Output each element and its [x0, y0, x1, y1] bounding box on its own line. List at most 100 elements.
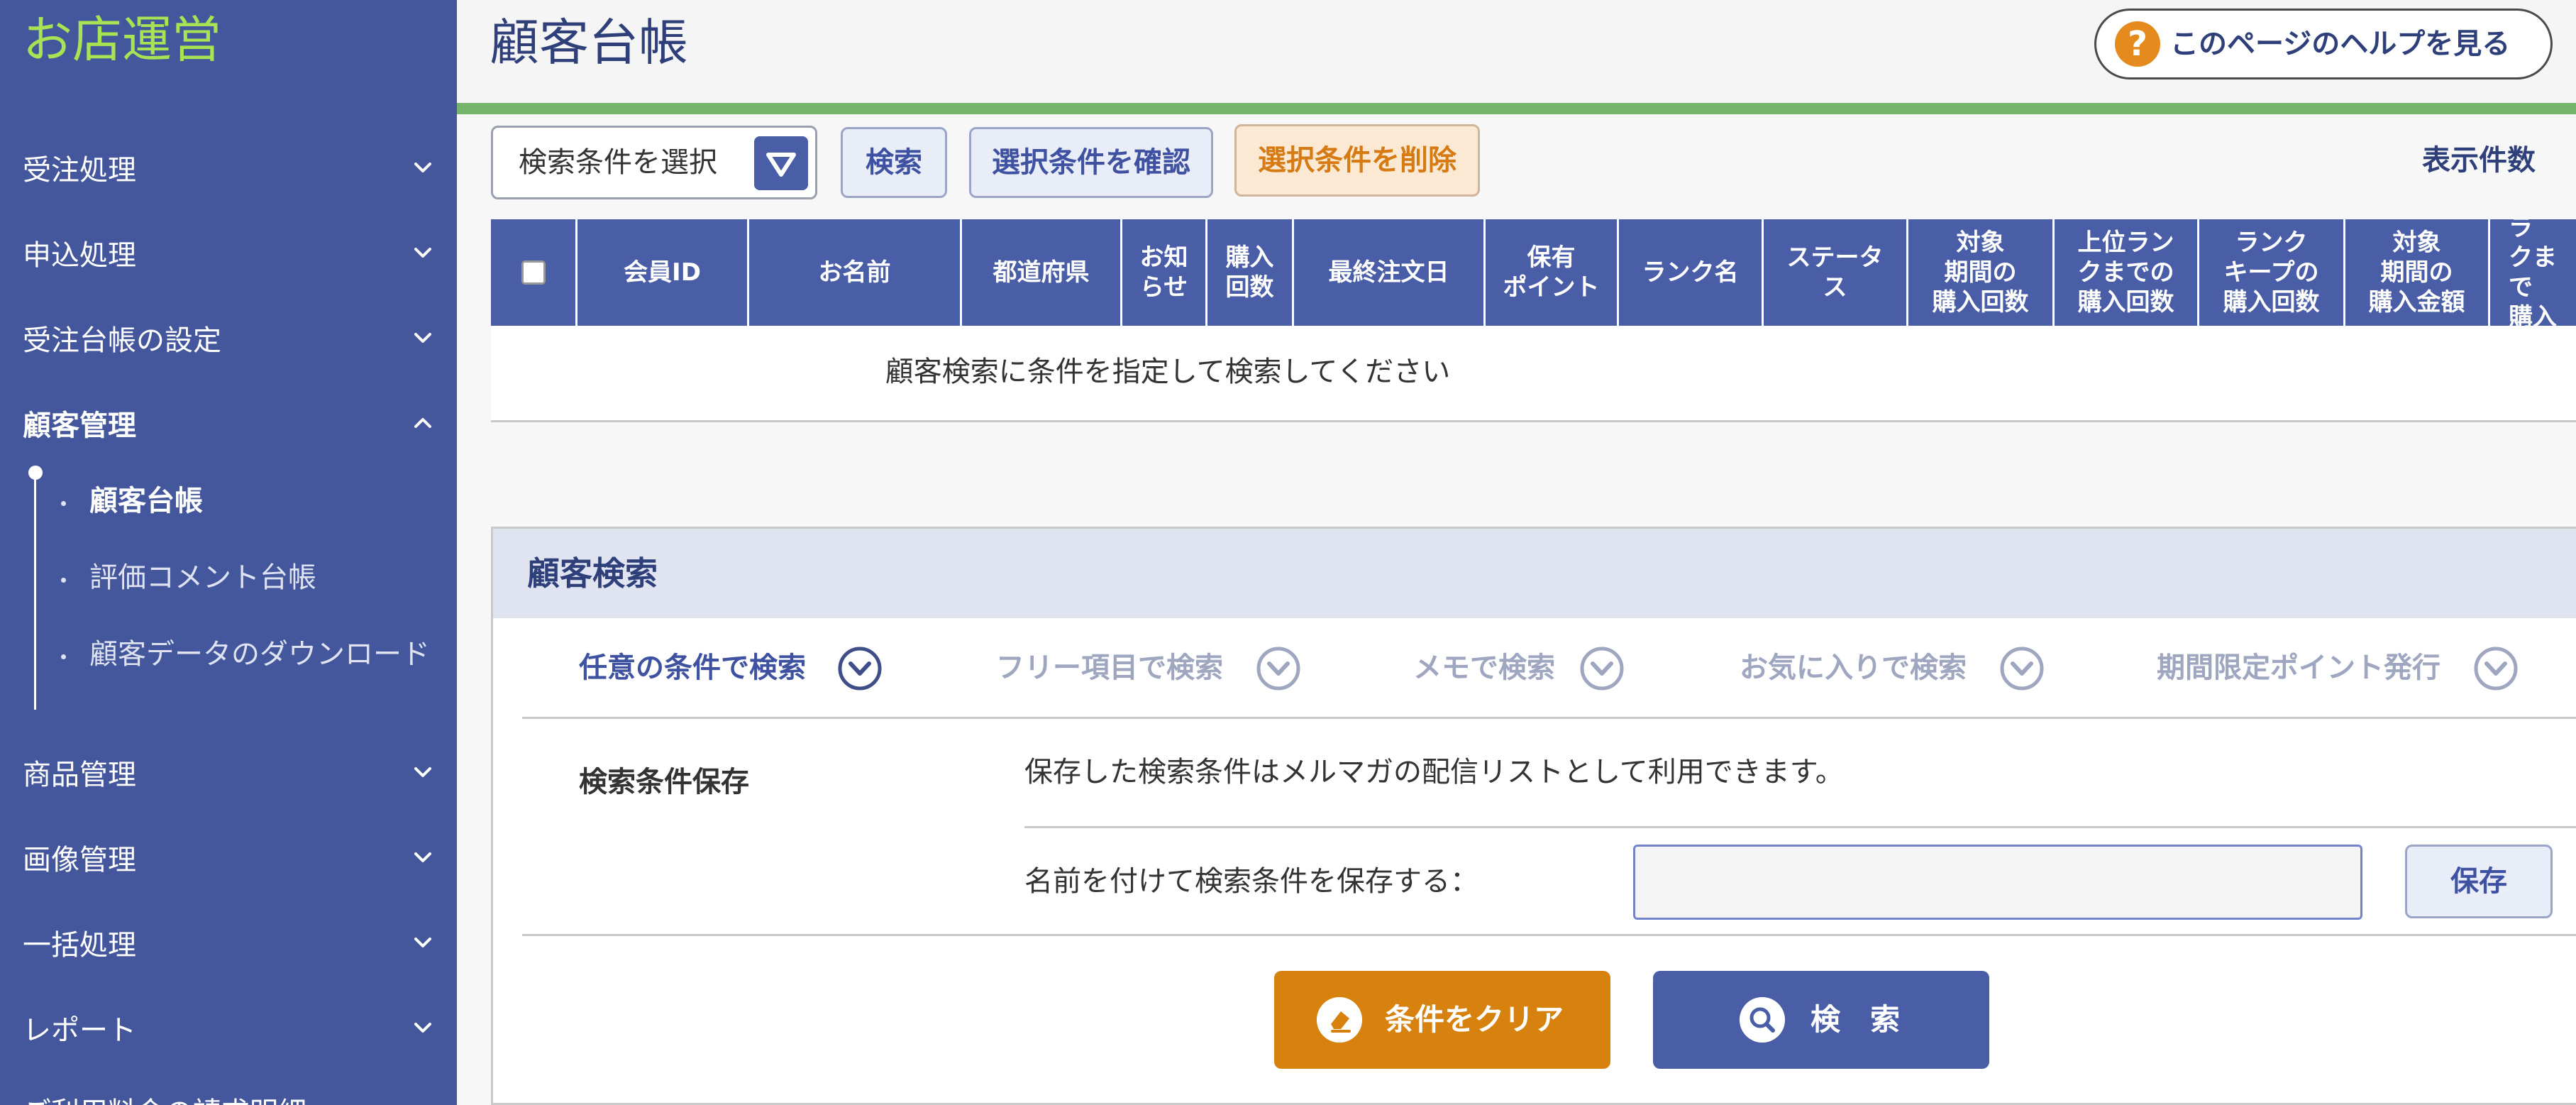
search-button-label: 検 索: [1811, 1002, 1901, 1037]
sidebar-item-label: レポート: [23, 1014, 136, 1047]
sidebar-subitem-label: 顧客データのダウンロード: [89, 638, 430, 671]
sidebar-item-label: 商品管理: [23, 759, 136, 791]
tab-label: お気に入りで検索: [1740, 652, 1967, 684]
sidebar-subitem-review-comments[interactable]: 評価コメント台帳: [61, 558, 430, 598]
column-header[interactable]: 上位ラクまで購入金: [2490, 219, 2576, 326]
column-header[interactable]: 対象 期間の 購入回数: [1908, 219, 2055, 326]
save-note: 保存した検索条件はメルマガの配信リストとして利用できます。: [1024, 756, 1844, 788]
save-section-label: 検索条件保存: [579, 766, 749, 798]
sidebar-item-order-ledger-settings[interactable]: 受注台帳の設定: [0, 302, 457, 373]
sidebar-subitem-customer-ledger[interactable]: 顧客台帳: [61, 481, 430, 521]
sidebar-item-label: 受注処理: [23, 154, 136, 187]
help-icon: ?: [2115, 21, 2160, 67]
column-header[interactable]: ランク名: [1619, 219, 1764, 326]
sidebar-item-label: ご利用料金の請求明細: [23, 1089, 306, 1105]
chevron-down-icon: [414, 163, 431, 172]
tab-any-condition[interactable]: 任意の条件で検索: [579, 637, 891, 705]
bullet-icon: [61, 578, 66, 583]
sidebar-item-images[interactable]: 画像管理: [0, 822, 457, 893]
column-header[interactable]: ステータス: [1764, 219, 1908, 326]
sidebar-subitem-label: 評価コメント台帳: [89, 561, 316, 594]
tab-label: 期間限定ポイント発行: [2157, 652, 2440, 684]
sidebar-subitem-customer-download[interactable]: 顧客データのダウンロード: [61, 634, 430, 714]
bullet-icon: [61, 501, 66, 506]
sidebar-item-label: 画像管理: [23, 844, 136, 876]
tab-favorites[interactable]: お気に入りで検索: [1740, 637, 2052, 705]
sidebar-item-orders[interactable]: 受注処理: [0, 132, 457, 203]
tabs-divider: [522, 717, 2576, 719]
submenu-tree-dot: [28, 466, 43, 480]
help-button-label: このページのヘルプを見る: [2170, 28, 2511, 60]
sidebar-item-label: 顧客管理: [23, 409, 136, 442]
clear-conditions-button[interactable]: 条件をクリア: [1274, 971, 1610, 1069]
bullet-icon: [61, 654, 66, 659]
sidebar-item-billing[interactable]: ご利用料金の請求明細: [0, 1075, 457, 1105]
column-header[interactable]: お知 らせ: [1122, 219, 1207, 326]
eraser-icon: [1317, 997, 1362, 1043]
submenu-tree-line: [34, 474, 36, 710]
sidebar-item-reports[interactable]: レポート: [0, 992, 457, 1063]
chevron-down-icon: [414, 767, 431, 777]
saved-conditions-select[interactable]: 検索条件を選択: [491, 126, 817, 199]
save-button[interactable]: 保存: [2405, 845, 2553, 918]
confirm-conditions-button[interactable]: 選択条件を確認: [969, 127, 1213, 198]
chevron-down-icon: [414, 333, 431, 343]
save-name-label: 名前を付けて検索条件を保存する：: [1024, 865, 1478, 898]
sidebar-item-bulk[interactable]: 一括処理: [0, 907, 457, 978]
toolbar-search-button[interactable]: 検索: [841, 127, 947, 198]
tab-limited-points[interactable]: 期間限定ポイント発行: [2157, 637, 2526, 705]
column-header[interactable]: ランク キープの 購入回数: [2199, 219, 2345, 326]
select-all-checkbox-cell[interactable]: [491, 219, 577, 326]
chevron-down-icon: [414, 1023, 431, 1033]
select-value: 検索条件を選択: [519, 146, 717, 179]
column-header[interactable]: 対象 期間の 購入金額: [2345, 219, 2490, 326]
column-header[interactable]: 上位ラン クまでの 購入回数: [2055, 219, 2199, 326]
chevron-up-icon: [414, 418, 431, 428]
save-row-divider: [1024, 826, 2576, 828]
circle-chevron-down-icon: [838, 647, 882, 691]
column-header[interactable]: 会員ID: [577, 219, 749, 326]
sidebar-item-label: 申込処理: [23, 239, 136, 272]
column-header[interactable]: 最終注文日: [1294, 219, 1486, 326]
circle-chevron-down-icon: [1256, 647, 1300, 691]
display-count-label: 表示件数: [2422, 144, 2536, 177]
save-name-input[interactable]: [1633, 845, 2362, 920]
panel-header: 顧客検索: [493, 529, 2576, 618]
column-header[interactable]: 購入 回数: [1207, 219, 1294, 326]
select-all-checkbox[interactable]: [521, 260, 546, 285]
page-title: 顧客台帳: [490, 13, 688, 72]
dropdown-arrow-icon: [754, 136, 808, 190]
circle-chevron-down-icon: [2000, 647, 2044, 691]
chevron-down-icon: [414, 938, 431, 947]
column-header[interactable]: 保有 ポイント: [1486, 219, 1619, 326]
sidebar-item-label: 受注台帳の設定: [23, 324, 221, 357]
tab-memo[interactable]: メモで検索: [1413, 637, 1640, 705]
chevron-down-icon: [414, 852, 431, 862]
header-divider: [457, 103, 2576, 114]
sidebar: お店運営 受注処理 申込処理 受注台帳の設定 顧客管理 顧客台帳 評価コメント台…: [0, 0, 457, 1105]
sidebar-subitem-label: 顧客台帳: [89, 485, 203, 517]
search-icon: [1740, 997, 1785, 1043]
tab-label: メモで検索: [1413, 652, 1555, 684]
sidebar-item-products[interactable]: 商品管理: [0, 737, 457, 808]
chevron-down-icon: [414, 248, 431, 258]
circle-chevron-down-icon: [2474, 647, 2518, 691]
brand-title: お店運営: [23, 11, 221, 69]
delete-conditions-button[interactable]: 選択条件を削除: [1234, 124, 1480, 197]
search-button[interactable]: 検 索: [1653, 971, 1989, 1069]
tab-label: フリー項目で検索: [996, 652, 1223, 684]
column-header[interactable]: お名前: [749, 219, 962, 326]
sidebar-item-customer-management[interactable]: 顧客管理: [0, 387, 457, 458]
save-section-divider: [522, 934, 2576, 936]
tab-label: 任意の条件で検索: [579, 652, 806, 684]
panel-title: 顧客検索: [527, 554, 658, 593]
help-button[interactable]: ? このページのヘルプを見る: [2094, 9, 2553, 79]
tab-free-field[interactable]: フリー項目で検索: [996, 637, 1308, 705]
results-table-body: 顧客検索に条件を指定して検索してください: [491, 326, 2576, 422]
sidebar-item-label: 一括処理: [23, 929, 136, 962]
column-header[interactable]: 都道府県: [962, 219, 1122, 326]
circle-chevron-down-icon: [1580, 647, 1624, 691]
results-table-header: 会員ID お名前 都道府県 お知 らせ 購入 回数 最終注文日 保有 ポイント ランク…: [491, 219, 2576, 326]
clear-button-label: 条件をクリア: [1385, 1002, 1564, 1037]
sidebar-item-applications[interactable]: 申込処理: [0, 217, 457, 288]
